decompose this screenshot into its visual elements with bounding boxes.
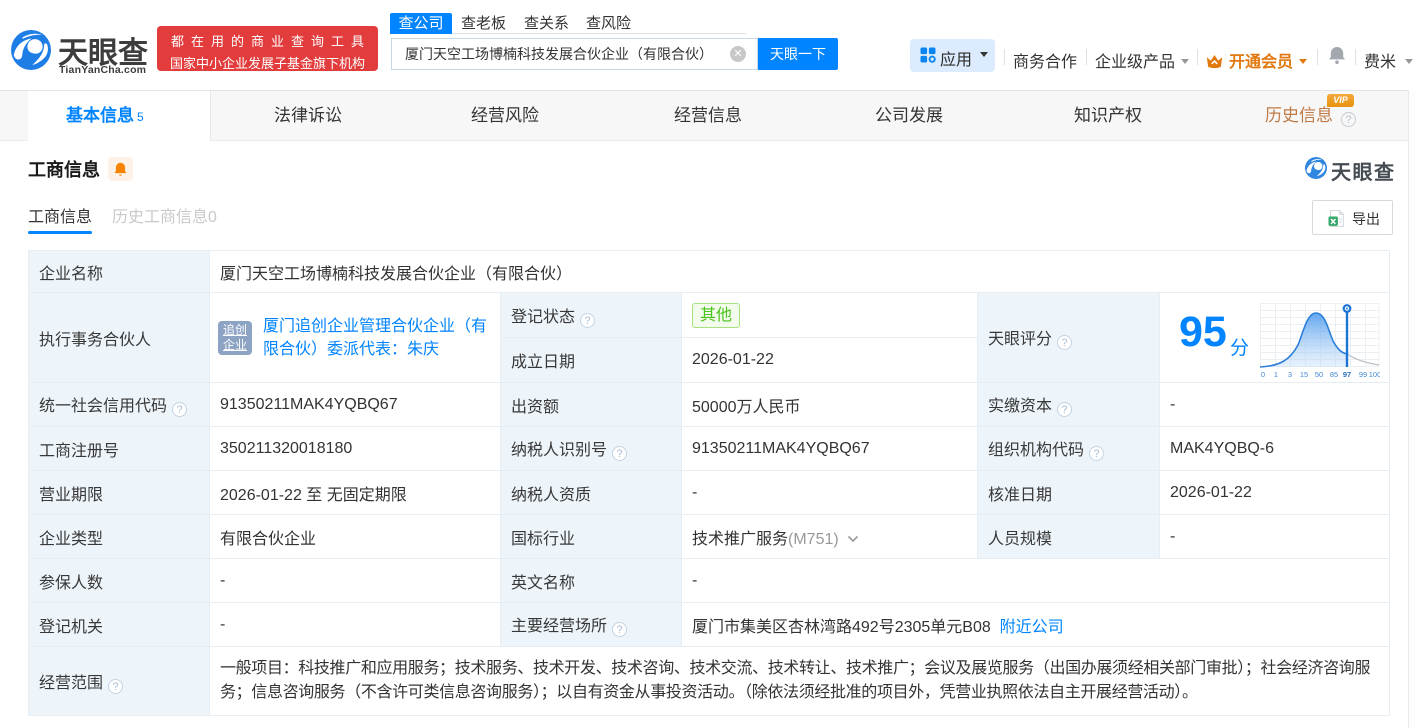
svg-text:99: 99: [1359, 370, 1367, 379]
svg-text:1: 1: [1274, 370, 1278, 379]
svg-text:15: 15: [1300, 370, 1308, 379]
svg-text:85: 85: [1330, 370, 1338, 379]
svg-text:97: 97: [1343, 370, 1351, 379]
svg-text:100: 100: [1369, 370, 1380, 379]
svg-text:3: 3: [1288, 370, 1292, 379]
svg-text:0: 0: [1261, 370, 1265, 379]
svg-text:50: 50: [1315, 370, 1323, 379]
